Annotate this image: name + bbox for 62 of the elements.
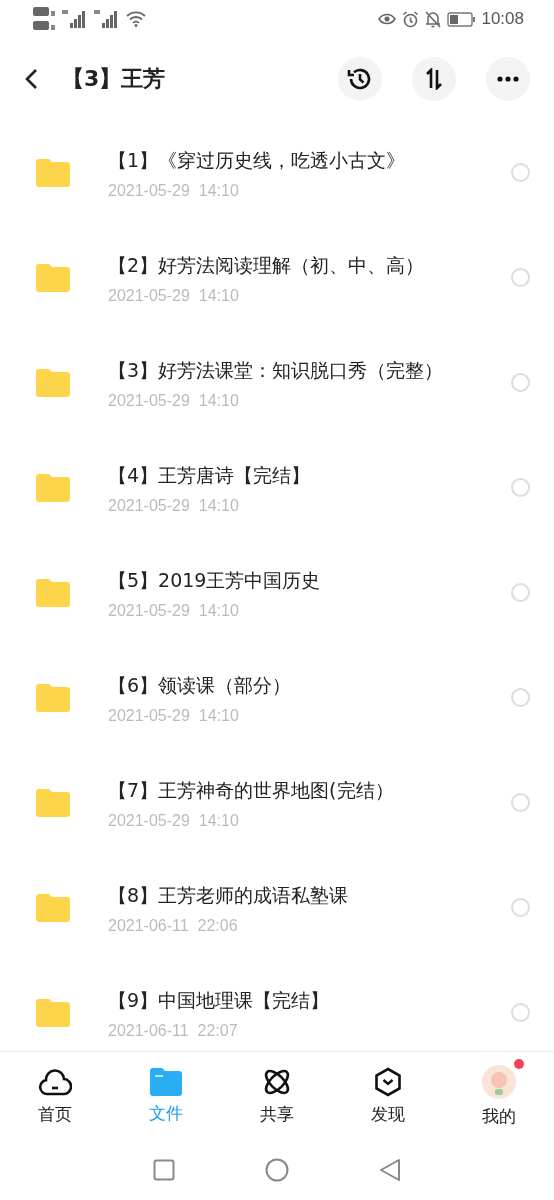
- cloud-icon: [38, 1066, 73, 1097]
- folder-name[interactable]: 【8】王芳老师的成语私塾课: [108, 880, 481, 909]
- battery-icon: [447, 11, 476, 27]
- home-icon[interactable]: [265, 1158, 289, 1182]
- folder-icon: [36, 158, 70, 187]
- folder-icon: [36, 893, 70, 922]
- folder-name[interactable]: 【6】领读课（部分）: [108, 670, 481, 699]
- sort-button[interactable]: [412, 57, 456, 101]
- folder-date: 2021-05-29 14:10: [108, 286, 240, 305]
- folder-name[interactable]: 【4】王芳唐诗【完结】: [108, 460, 481, 489]
- nav-tab[interactable]: 共享: [221, 1052, 333, 1140]
- more-icon: [497, 76, 519, 82]
- folder-icon: [36, 788, 70, 817]
- bell-off-icon: [425, 10, 442, 28]
- folder-date: 2021-05-29 14:10: [108, 181, 240, 200]
- folder-icon: [150, 1067, 183, 1096]
- history-button[interactable]: [338, 57, 382, 101]
- folder-icon: [36, 578, 70, 607]
- folder-date: 2021-05-29 14:10: [108, 391, 240, 410]
- signal-icon: [94, 9, 120, 29]
- folder-date: 2021-06-11 22:06: [108, 916, 239, 935]
- page-title: 【3】王芳: [62, 65, 167, 93]
- folder-icon: [36, 998, 70, 1027]
- nav-tab[interactable]: 发现: [332, 1052, 444, 1140]
- folder-date: 2021-05-29 14:10: [108, 496, 240, 515]
- folder-name[interactable]: 【9】中国地理课【完结】: [108, 985, 481, 1014]
- avatar-icon: [481, 1064, 516, 1099]
- folder-icon: [36, 473, 70, 502]
- recents-icon[interactable]: [153, 1159, 175, 1181]
- folder-name[interactable]: 【1】《穿过历史线，吃透小古文》: [108, 145, 481, 174]
- select-radio[interactable]: [511, 268, 530, 287]
- folder-name[interactable]: 【7】王芳神奇的世界地图(完结）: [108, 775, 481, 804]
- nav-tab[interactable]: 首页: [0, 1052, 111, 1140]
- folder-name[interactable]: 【2】好芳法阅读理解（初、中、高）: [108, 250, 481, 279]
- folder-icon: [36, 683, 70, 712]
- select-radio[interactable]: [511, 898, 530, 917]
- more-button[interactable]: [486, 57, 530, 101]
- folder-date: 2021-05-29 14:10: [108, 811, 240, 830]
- eye-icon: [378, 12, 397, 26]
- alarm-icon: [402, 10, 420, 28]
- status-time: 10:08: [481, 9, 524, 29]
- select-radio[interactable]: [511, 688, 530, 707]
- folder-date: 2021-05-29 14:10: [108, 706, 240, 725]
- back-icon[interactable]: [24, 68, 38, 90]
- select-radio[interactable]: [511, 163, 530, 182]
- select-radio[interactable]: [511, 478, 530, 497]
- nav-tab[interactable]: 我的: [443, 1052, 554, 1140]
- history-icon: [347, 66, 373, 92]
- select-radio[interactable]: [511, 793, 530, 812]
- hexagon-icon: [373, 1066, 402, 1097]
- folder-name[interactable]: 【5】2019王芳中国历史: [108, 565, 481, 594]
- sim-icon: [32, 5, 56, 33]
- folder-name[interactable]: 【3】好芳法课堂：知识脱口秀（完整）: [108, 355, 481, 384]
- select-radio[interactable]: [511, 1003, 530, 1022]
- folder-date: 2021-06-11 22:07: [108, 1021, 239, 1040]
- signal-icon: [62, 9, 88, 29]
- select-radio[interactable]: [511, 373, 530, 392]
- folder-date: 2021-05-29 14:10: [108, 601, 240, 620]
- select-radio[interactable]: [511, 583, 530, 602]
- wifi-icon: [126, 11, 146, 27]
- folder-icon: [36, 263, 70, 292]
- folder-icon: [36, 368, 70, 397]
